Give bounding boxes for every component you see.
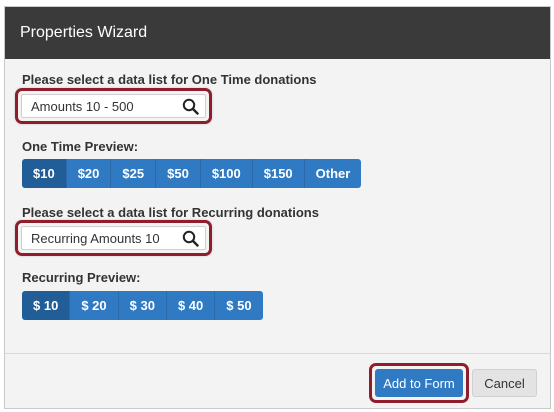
recurring-list-search[interactable]: Recurring Amounts 10	[21, 226, 206, 250]
recurring-search-highlight: Recurring Amounts 10	[15, 220, 212, 256]
recurring-amount-button[interactable]: $ 20	[70, 291, 119, 320]
cancel-button[interactable]: Cancel	[472, 369, 537, 397]
one-time-search-highlight: Amounts 10 - 500	[15, 88, 212, 124]
one-time-preview-label: One Time Preview:	[22, 139, 139, 154]
one-time-search-value: Amounts 10 - 500	[31, 99, 134, 114]
one-time-amount-button[interactable]: $50	[156, 159, 201, 188]
recurring-list-label: Please select a data list for Recurring …	[22, 205, 319, 220]
dialog-title: Properties Wizard	[5, 7, 550, 59]
add-to-form-button[interactable]: Add to Form	[375, 369, 463, 397]
one-time-list-label: Please select a data list for One Time d…	[22, 72, 317, 87]
one-time-amount-button[interactable]: $20	[66, 159, 112, 188]
recurring-amount-button[interactable]: $ 50	[215, 291, 263, 320]
recurring-amount-button[interactable]: $ 40	[166, 291, 216, 320]
one-time-amount-button[interactable]: $100	[200, 159, 253, 188]
one-time-list-search[interactable]: Amounts 10 - 500	[21, 94, 206, 118]
add-to-form-highlight: Add to Form	[369, 363, 469, 403]
one-time-amount-button[interactable]: $150	[252, 159, 305, 188]
dialog-body: Please select a data list for One Time d…	[5, 59, 550, 353]
recurring-search-value: Recurring Amounts 10	[31, 231, 160, 246]
recurring-amount-button[interactable]: $ 10	[22, 291, 71, 320]
one-time-amount-button[interactable]: $25	[111, 159, 157, 188]
one-time-amount-button[interactable]: Other	[304, 159, 362, 188]
search-icon[interactable]	[182, 98, 199, 118]
one-time-amount-group: $10 $20 $25 $50 $100 $150 Other	[22, 159, 362, 188]
properties-wizard-dialog: Properties Wizard Please select a data l…	[4, 6, 551, 409]
recurring-preview-label: Recurring Preview:	[22, 270, 141, 285]
recurring-amount-group: $ 10 $ 20 $ 30 $ 40 $ 50	[22, 291, 263, 320]
one-time-amount-button[interactable]: $10	[22, 159, 67, 188]
search-icon[interactable]	[182, 230, 199, 250]
recurring-amount-button[interactable]: $ 30	[118, 291, 167, 320]
dialog-footer: Add to Form Cancel	[5, 353, 550, 408]
